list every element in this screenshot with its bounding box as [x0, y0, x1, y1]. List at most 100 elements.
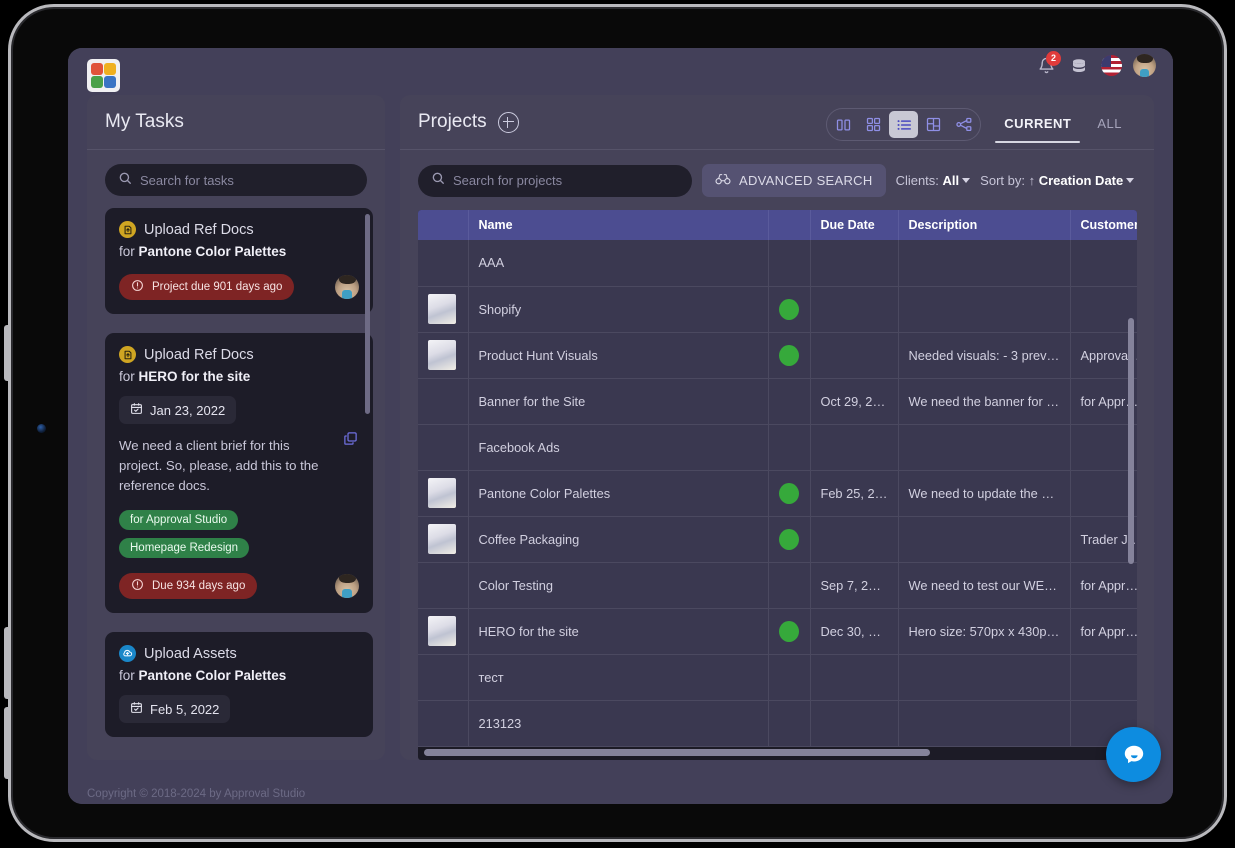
advanced-search-button[interactable]: ADVANCED SEARCH [702, 164, 886, 197]
task-due-row: Due 934 days ago [119, 573, 359, 600]
project-due-date-cell: Sep 7, 2022 [810, 562, 899, 609]
project-name-cell[interactable]: Color Testing [468, 562, 769, 609]
task-card-header: Upload Ref Docs [119, 346, 359, 363]
task-card[interactable]: Upload Ref Docs for Pantone Color Palett… [105, 208, 373, 314]
task-date-chip: Jan 23, 2022 [119, 396, 237, 424]
table-row[interactable]: Color Testing Sep 7, 2022 We need to test … [418, 562, 1137, 609]
project-name-cell[interactable]: Pantone Color Palettes [468, 470, 769, 517]
table-row[interactable]: Product Hunt Visuals Needed visuals: - 3 … [418, 332, 1137, 379]
status-dot [779, 620, 799, 642]
avatar[interactable] [335, 574, 359, 599]
chat-bubble-button[interactable] [1106, 727, 1161, 782]
column-header-thumbnail[interactable] [418, 210, 469, 240]
project-thumbnail[interactable] [428, 524, 456, 554]
project-name-cell[interactable]: Banner for the Site [468, 378, 769, 425]
project-status-cell [768, 424, 811, 471]
column-header-description[interactable]: Description [898, 210, 1071, 240]
status-badge: Due 934 days ago [119, 573, 258, 600]
tasks-search-row [87, 150, 385, 196]
table-row[interactable]: Shopify [418, 286, 1137, 333]
project-due-date-cell [810, 332, 899, 379]
user-avatar[interactable] [1133, 54, 1156, 77]
project-thumbnail-cell [418, 424, 469, 471]
project-thumbnail[interactable] [428, 616, 456, 646]
project-name-cell[interactable]: Shopify [468, 286, 769, 333]
search-icon [118, 171, 132, 190]
due-label: Due 934 days ago [152, 580, 246, 593]
avatar[interactable] [335, 275, 359, 299]
project-due-date-cell: Dec 30, 2022 [810, 608, 899, 655]
table-row[interactable]: AAA [418, 240, 1137, 287]
project-description-cell: We need to test our WEB c... [898, 562, 1071, 609]
task-tag[interactable]: Homepage Redesign [119, 538, 250, 559]
language-flag-icon[interactable] [1101, 55, 1122, 76]
search-input[interactable] [453, 173, 679, 188]
copy-icon[interactable] [343, 431, 358, 446]
project-name-cell[interactable]: 213123 [468, 700, 769, 747]
column-header-due-date[interactable]: Due Date [810, 210, 899, 240]
columns-view-icon[interactable] [829, 111, 858, 138]
project-thumbnail[interactable] [428, 294, 456, 324]
project-status-cell [768, 608, 811, 655]
tasks-scrollbar[interactable] [365, 214, 370, 414]
project-description-cell [898, 516, 1071, 563]
project-thumbnail[interactable] [428, 340, 456, 370]
project-customer-cell: Trader Joe's [1070, 516, 1137, 563]
task-project-line: for HERO for the site [119, 369, 359, 384]
bell-icon[interactable]: 2 [1035, 50, 1061, 77]
table-horizontal-scrollbar[interactable] [424, 749, 930, 756]
sort-direction-icon[interactable]: ↑ [1029, 173, 1036, 188]
table-vertical-scrollbar[interactable] [1128, 318, 1134, 564]
table-row[interactable]: Pantone Color Palettes Feb 25, 2022 We nee… [418, 470, 1137, 517]
list-view-icon[interactable] [889, 111, 919, 138]
clients-filter[interactable]: Clients: All [896, 173, 971, 188]
page-title: My Tasks [105, 111, 184, 132]
project-name-cell[interactable]: AAA [468, 240, 769, 287]
grid-view-icon[interactable] [859, 111, 888, 138]
project-name-cell[interactable]: Facebook Ads [468, 424, 769, 471]
add-project-icon[interactable] [497, 111, 519, 133]
project-name-cell[interactable]: HERO for the site [468, 608, 769, 655]
project-name-cell[interactable]: Coffee Packaging [468, 516, 769, 563]
storage-icon[interactable] [1068, 55, 1090, 77]
project-status-cell [768, 332, 811, 379]
tab-all[interactable]: ALL [1084, 106, 1135, 143]
task-search-box[interactable] [105, 164, 367, 196]
table-row[interactable]: HERO for the site Dec 30, 2022 Hero size: … [418, 608, 1137, 655]
project-status-cell [768, 516, 811, 563]
alert-icon [131, 578, 144, 594]
task-project-name[interactable]: Pantone Color Palettes [139, 244, 287, 259]
table-row[interactable]: тест [418, 654, 1137, 701]
task-date: Feb 5, 2022 [150, 701, 220, 717]
search-input[interactable] [140, 172, 354, 188]
device-volume-down-button[interactable] [4, 707, 9, 779]
binoculars-icon [715, 172, 731, 189]
task-tag[interactable]: for Approval Studio [119, 510, 239, 531]
status-dot [779, 344, 799, 366]
column-header-name[interactable]: Name [468, 210, 769, 240]
board-view-icon[interactable] [919, 111, 948, 138]
tab-current[interactable]: CURRENT [991, 106, 1084, 143]
task-card[interactable]: Upload Assets for Pantone Color Palettes [105, 632, 373, 738]
task-card[interactable]: Upload Ref Docs for HERO for the site Ja… [105, 333, 373, 614]
project-due-date-cell [810, 424, 899, 471]
device-volume-up-button[interactable] [4, 627, 9, 699]
task-project-name[interactable]: Pantone Color Palettes [139, 668, 287, 683]
table-row[interactable]: Coffee Packaging Trader Joe's [418, 516, 1137, 563]
approval-studio-logo[interactable] [87, 59, 120, 92]
chat-icon [1124, 745, 1143, 763]
task-project-name[interactable]: HERO for the site [139, 369, 251, 384]
sort-filter[interactable]: Sort by: ↑ Creation Date [980, 173, 1135, 188]
column-header-customer[interactable]: Customer [1070, 210, 1137, 240]
column-header-status[interactable] [768, 210, 811, 240]
tree-view-icon[interactable] [949, 111, 978, 138]
table-row[interactable]: 213123 [418, 700, 1137, 747]
project-search-box[interactable] [418, 164, 692, 197]
table-row[interactable]: Banner for the Site Oct 29, 2022 We need t… [418, 378, 1137, 425]
project-thumbnail[interactable] [428, 478, 456, 508]
upload-doc-icon [119, 346, 136, 363]
device-power-button[interactable] [4, 325, 9, 381]
project-name-cell[interactable]: Product Hunt Visuals [468, 332, 769, 379]
table-row[interactable]: Facebook Ads [418, 424, 1137, 471]
project-name-cell[interactable]: тест [468, 654, 769, 701]
